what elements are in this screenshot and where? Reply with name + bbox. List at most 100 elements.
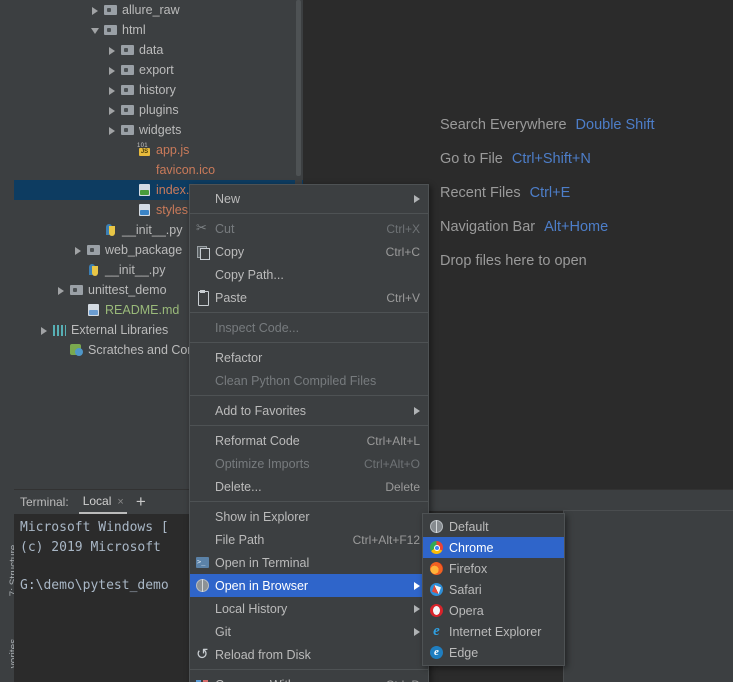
menu-item[interactable]: Add to Favorites: [190, 399, 428, 422]
menu-item[interactable]: Reformat Code Ctrl+Alt+L: [190, 429, 428, 452]
copy-icon: [194, 245, 212, 260]
chevron-right-icon[interactable]: [73, 245, 84, 256]
tree-node[interactable]: favicon.ico: [14, 160, 303, 180]
folder-icon: [103, 3, 118, 17]
browser-menu-item[interactable]: Safari: [423, 579, 564, 600]
menu-item-label: Open in Terminal: [215, 555, 310, 570]
menu-item-label: Reload from Disk: [215, 647, 311, 662]
editor-hint-shortcut: Ctrl+E: [529, 185, 571, 201]
editor-hint-shortcut: Alt+Home: [544, 219, 609, 235]
chevron-right-icon[interactable]: [39, 325, 50, 336]
menu-item[interactable]: New: [190, 187, 428, 210]
menu-item[interactable]: Open in Terminal: [190, 551, 428, 574]
close-icon[interactable]: ×: [117, 496, 123, 508]
editor-hint-label: Navigation Bar: [440, 219, 536, 235]
menu-item[interactable]: Open in Browser: [190, 574, 428, 597]
scratch-icon: [69, 343, 84, 357]
chevron-right-icon[interactable]: [107, 45, 118, 56]
cut-icon: [194, 220, 212, 236]
menu-item-label: File Path: [215, 532, 265, 547]
browser-menu-item-label: Chrome: [449, 540, 494, 555]
editor-empty-hints: Search Everywhere Double Shift Go to File C…: [440, 108, 730, 278]
menu-item[interactable]: Paste Ctrl+V: [190, 286, 428, 309]
browser-menu-item-label: Edge: [449, 645, 479, 660]
menu-item-label: Cut: [215, 221, 235, 236]
menu-item-label: Paste: [215, 290, 247, 305]
tree-node[interactable]: app.js: [14, 140, 303, 160]
menu-item[interactable]: Refactor: [190, 346, 428, 369]
editor-hint: Recent Files Ctrl+E: [440, 176, 730, 210]
folder-icon: [103, 23, 118, 37]
chevron-down-icon[interactable]: [90, 25, 101, 36]
tree-node[interactable]: export: [14, 60, 303, 80]
menu-item-label: Clean Python Compiled Files: [215, 373, 377, 388]
tree-node[interactable]: data: [14, 40, 303, 60]
tree-node-label: __init__.py: [122, 223, 183, 237]
menu-item-shortcut: Ctrl+Alt+F12: [352, 532, 420, 547]
tree-node[interactable]: allure_raw: [14, 0, 303, 20]
chevron-right-icon[interactable]: [107, 125, 118, 136]
open-in-browser-submenu[interactable]: Default Chrome Firefox Safari Opera Internet …: [422, 513, 565, 666]
browser-menu-item[interactable]: Default: [423, 516, 564, 537]
browser-menu-item[interactable]: Opera: [423, 600, 564, 621]
chevron-right-icon[interactable]: [107, 105, 118, 116]
globe-icon: [194, 578, 212, 593]
chevron-right-icon: [414, 194, 420, 203]
terminal-tab-local[interactable]: Local: [78, 494, 127, 514]
menu-item-shortcut: Ctrl+V: [386, 290, 420, 305]
ide-window: 7: Structure vorites allure_rawhtml data e…: [0, 0, 733, 682]
menu-item[interactable]: Git: [190, 620, 428, 643]
tree-node-label: widgets: [139, 123, 182, 137]
folder-icon: [86, 243, 101, 257]
menu-icon-placeholder: [194, 404, 212, 418]
folder-icon: [120, 123, 135, 137]
chevron-right-icon[interactable]: [107, 65, 118, 76]
menu-separator: [190, 425, 428, 426]
menu-item[interactable]: Copy Path...: [190, 263, 428, 286]
browser-menu-item[interactable]: Firefox: [423, 558, 564, 579]
menu-item[interactable]: File Path Ctrl+Alt+F12: [190, 528, 428, 551]
add-terminal-icon[interactable]: +: [136, 493, 146, 510]
menu-item-label: Refactor: [215, 350, 263, 365]
browser-menu-item[interactable]: Edge: [423, 642, 564, 663]
py-icon: [86, 263, 101, 277]
chevron-right-icon[interactable]: [56, 285, 67, 296]
tree-node-label: unittest_demo: [88, 283, 167, 297]
menu-item[interactable]: Reload from Disk: [190, 643, 428, 666]
menu-item-label: Copy: [215, 244, 245, 259]
chevron-right-icon[interactable]: [107, 85, 118, 96]
tree-node[interactable]: plugins: [14, 100, 303, 120]
editor-hint-shortcut: Double Shift: [575, 117, 655, 133]
menu-item[interactable]: Delete... Delete: [190, 475, 428, 498]
tree-node[interactable]: widgets: [14, 120, 303, 140]
menu-separator: [190, 213, 428, 214]
chevron-right-icon: [414, 581, 420, 590]
editor-hint: Search Everywhere Double Shift: [440, 108, 730, 142]
tree-node-label: favicon.ico: [156, 163, 216, 177]
tree-node[interactable]: history: [14, 80, 303, 100]
menu-icon-placeholder: [194, 457, 212, 471]
chevron-right-icon[interactable]: [90, 5, 101, 16]
paste-icon: [194, 289, 212, 306]
chevron-right-icon: [414, 627, 420, 636]
context-menu[interactable]: New Cut Ctrl+X Copy Ctrl+C Copy Path... Paste C…: [189, 184, 429, 682]
menu-item[interactable]: Copy Ctrl+C: [190, 240, 428, 263]
menu-item[interactable]: Compare With... Ctrl+D: [190, 673, 428, 682]
menu-item-label: Delete...: [215, 479, 262, 494]
tree-node[interactable]: html: [14, 20, 303, 40]
menu-item-label: Add to Favorites: [215, 403, 307, 418]
tree-node-label: history: [139, 83, 176, 97]
b-safari-icon: [428, 582, 445, 597]
menu-item[interactable]: Local History: [190, 597, 428, 620]
folder-icon: [120, 83, 135, 97]
editor-hint-label: Drop files here to open: [440, 253, 587, 269]
terminal-title: Terminal:: [20, 495, 69, 509]
browser-menu-item[interactable]: Internet Explorer: [423, 621, 564, 642]
menu-item-shortcut: Delete: [385, 479, 420, 494]
browser-menu-item-label: Default: [449, 519, 489, 534]
menu-item[interactable]: Show in Explorer: [190, 505, 428, 528]
menu-item-label: Reformat Code: [215, 433, 300, 448]
browser-menu-item[interactable]: Chrome: [423, 537, 564, 558]
